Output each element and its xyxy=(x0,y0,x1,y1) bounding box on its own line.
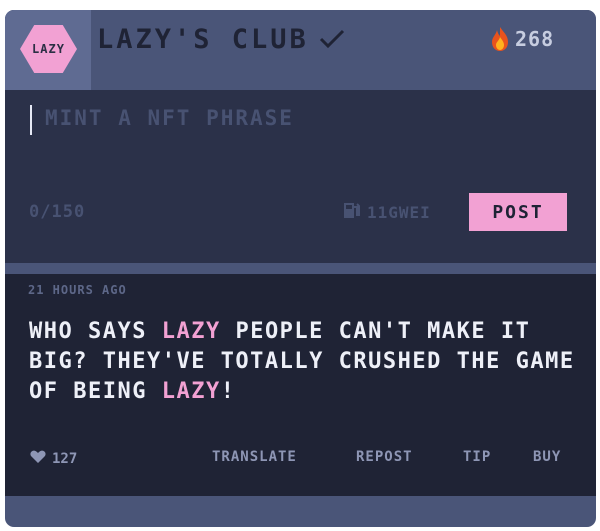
post-text-segment: ! xyxy=(220,379,236,404)
char-count: 0/150 xyxy=(29,202,86,222)
gas-indicator: 11GWEI xyxy=(343,201,431,223)
fire-count: 268 xyxy=(515,27,555,51)
flame-icon xyxy=(491,26,509,52)
like-button[interactable]: 127 xyxy=(30,450,77,468)
post-button[interactable]: POST xyxy=(469,193,567,231)
like-count: 127 xyxy=(52,451,78,467)
translate-button[interactable]: TRANSLATE xyxy=(212,449,297,465)
post-timestamp: 21 HOURS AGO xyxy=(28,283,127,297)
lazy-logo: LAZY xyxy=(20,25,77,73)
heart-icon xyxy=(30,450,46,468)
post-text-highlight: LAZY xyxy=(161,319,221,344)
post-text: WHO SAYS LAZY PEOPLE CAN'T MAKE IT BIG? … xyxy=(29,317,579,407)
post-text-highlight: LAZY xyxy=(161,379,221,404)
repost-button[interactable]: REPOST xyxy=(356,449,413,465)
buy-button[interactable]: BUY xyxy=(533,449,561,465)
phrase-input[interactable]: MINT A NFT PHRASE xyxy=(45,106,294,130)
tip-button[interactable]: TIP xyxy=(463,449,491,465)
logo-box[interactable]: LAZY xyxy=(5,10,91,90)
verified-check-icon xyxy=(319,28,345,50)
text-caret xyxy=(30,105,32,135)
card-content: LAZY xyxy=(5,10,596,527)
club-name: LAZY'S CLUB xyxy=(97,23,309,55)
gas-value: 11GWEI xyxy=(367,202,431,222)
club-title: LAZY'S CLUB xyxy=(97,22,345,56)
gas-pump-icon xyxy=(343,201,361,223)
post-text-segment: WHO SAYS xyxy=(29,319,162,344)
